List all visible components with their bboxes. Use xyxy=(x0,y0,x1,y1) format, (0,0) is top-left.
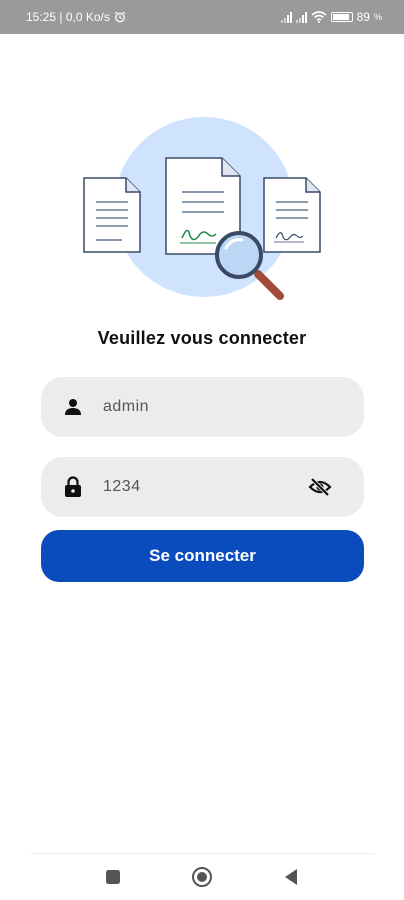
circle-home-icon[interactable] xyxy=(191,866,213,888)
page-title: Veuillez vous connecter xyxy=(97,328,307,348)
person-icon xyxy=(63,397,83,417)
password-field[interactable] xyxy=(41,457,364,517)
system-nav-bar xyxy=(0,854,404,900)
username-field[interactable] xyxy=(41,377,364,437)
status-time: 15:25 | 0,0 Ko/s xyxy=(26,10,110,24)
signal-icon xyxy=(280,11,292,23)
battery-icon xyxy=(330,12,353,22)
status-left: 15:25 | 0,0 Ko/s xyxy=(26,10,126,24)
battery-percent-sign: % xyxy=(373,12,382,22)
square-recents-icon[interactable] xyxy=(102,866,124,888)
password-input[interactable] xyxy=(103,457,303,517)
document-right-icon xyxy=(263,177,321,253)
login-button[interactable]: Se connecter xyxy=(41,530,364,582)
battery-level: 89 xyxy=(356,10,370,24)
document-left-icon xyxy=(83,177,141,253)
status-right: 89% xyxy=(280,10,382,24)
wifi-icon xyxy=(311,11,327,23)
documents-illustration xyxy=(83,117,321,300)
username-input[interactable] xyxy=(103,377,303,437)
status-bar: 15:25 | 0,0 Ko/s 89% xyxy=(0,0,404,34)
lock-icon xyxy=(63,476,83,497)
alarm-icon xyxy=(114,11,126,23)
triangle-back-icon[interactable] xyxy=(280,866,302,888)
eye-off-icon[interactable] xyxy=(308,475,332,499)
signal-icon xyxy=(295,11,307,23)
